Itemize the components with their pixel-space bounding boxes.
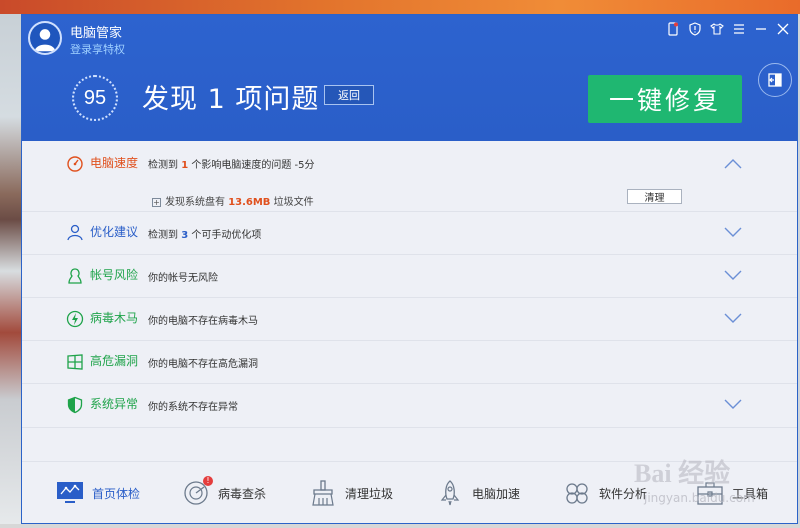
expand-plus-icon[interactable]: + — [152, 198, 161, 207]
person-icon — [66, 223, 84, 241]
sidebar-toggle-button[interactable] — [758, 63, 792, 97]
phone-icon[interactable] — [665, 21, 681, 37]
row-label: 高危漏洞 — [90, 354, 139, 368]
chevron-up-icon[interactable] — [724, 157, 742, 169]
back-button[interactable]: 返回 — [324, 85, 374, 105]
header: 电脑管家 登录享特权 95 发现 1 项问题 返回 一键修复 — [22, 15, 797, 141]
row-description: 你的系统不存在异常 — [148, 402, 238, 413]
minimize-icon[interactable] — [753, 21, 769, 37]
result-row-account[interactable]: 帐号风险 你的帐号无风险 — [22, 255, 797, 298]
clean-button[interactable]: 清理 — [627, 189, 682, 204]
result-row-speed[interactable]: 电脑速度 检测到 1 个影响电脑速度的问题 -5分 + 发现系统盘有 13.6MB… — [22, 141, 797, 212]
skin-icon[interactable] — [709, 21, 725, 37]
broom-icon — [309, 480, 337, 506]
chevron-down-icon[interactable] — [724, 313, 742, 325]
chevron-down-icon[interactable] — [724, 270, 742, 282]
nav-label: 病毒查杀 — [218, 486, 267, 501]
row-label: 优化建议 — [90, 225, 139, 239]
nav-virus-scan[interactable]: ! 病毒查杀 — [182, 476, 267, 506]
radar-icon: ! — [182, 476, 213, 506]
chevron-down-icon[interactable] — [724, 399, 742, 411]
row-description: 你的电脑不存在高危漏洞 — [148, 359, 258, 370]
nav-label: 首页体检 — [92, 486, 141, 501]
row-label: 病毒木马 — [90, 311, 139, 325]
login-link[interactable]: 登录享特权 — [70, 41, 125, 57]
user-icon — [30, 23, 60, 53]
nav-speed-up[interactable]: 电脑加速 — [436, 480, 520, 506]
nav-label: 电脑加速 — [472, 486, 521, 501]
watermark-logo: Bai 经验 — [634, 459, 731, 488]
result-row-optimize[interactable]: 优化建议 检测到 3 个可手动优化项 — [22, 212, 797, 255]
one-click-fix-button[interactable]: 一键修复 — [588, 75, 742, 123]
row-label: 系统异常 — [90, 397, 139, 411]
account-icon — [66, 267, 84, 285]
row-description: 检测到 3 个可手动优化项 — [148, 230, 262, 241]
monitor-icon — [56, 480, 84, 506]
app-title: 电脑管家 — [70, 26, 123, 41]
avatar[interactable] — [28, 21, 62, 55]
lightning-icon — [66, 310, 84, 328]
chevron-down-icon[interactable] — [724, 227, 742, 239]
scan-results: 电脑速度 检测到 1 个影响电脑速度的问题 -5分 + 发现系统盘有 13.6MB… — [22, 141, 797, 461]
desktop-background-left — [0, 14, 21, 528]
health-score: 95 — [72, 75, 118, 121]
row-description: 检测到 1 个影响电脑速度的问题 -5分 — [148, 160, 315, 171]
result-row-system[interactable]: 系统异常 你的系统不存在异常 — [22, 384, 797, 428]
close-icon[interactable] — [775, 21, 791, 37]
alert-badge: ! — [203, 476, 213, 486]
row-description: 你的帐号无风险 — [148, 273, 218, 284]
app-window: 电脑管家 登录享特权 95 发现 1 项问题 返回 一键修复 电脑速度 检测到 … — [21, 14, 798, 524]
result-row-virus[interactable]: 病毒木马 你的电脑不存在病毒木马 — [22, 298, 797, 341]
row-label: 电脑速度 — [90, 156, 139, 170]
exit-panel-icon — [768, 73, 782, 87]
menu-icon[interactable] — [731, 21, 747, 37]
nav-clean-junk[interactable]: 清理垃圾 — [309, 480, 393, 506]
issue-title: 发现 1 项问题 — [142, 84, 320, 115]
row-description: 你的电脑不存在病毒木马 — [148, 316, 258, 327]
shield-icon[interactable] — [687, 21, 703, 37]
shield-check-icon — [66, 396, 84, 414]
clover-icon — [563, 480, 591, 506]
rocket-icon — [436, 480, 464, 506]
junk-files-detail: + 发现系统盘有 13.6MB 垃圾文件 — [152, 197, 314, 208]
nav-label: 清理垃圾 — [345, 486, 394, 501]
desktop-background-bottom — [0, 524, 800, 528]
watermark-url: jingyan.baidu.com — [644, 491, 755, 505]
result-row-vulnerability[interactable]: 高危漏洞 你的电脑不存在高危漏洞 — [22, 341, 797, 384]
nav-home-checkup[interactable]: 首页体检 — [56, 480, 140, 506]
window-grid-icon — [66, 353, 84, 371]
speedometer-icon — [66, 154, 84, 172]
titlebar-controls — [665, 21, 791, 37]
desktop-background-top — [0, 0, 800, 14]
row-label: 帐号风险 — [90, 268, 139, 282]
